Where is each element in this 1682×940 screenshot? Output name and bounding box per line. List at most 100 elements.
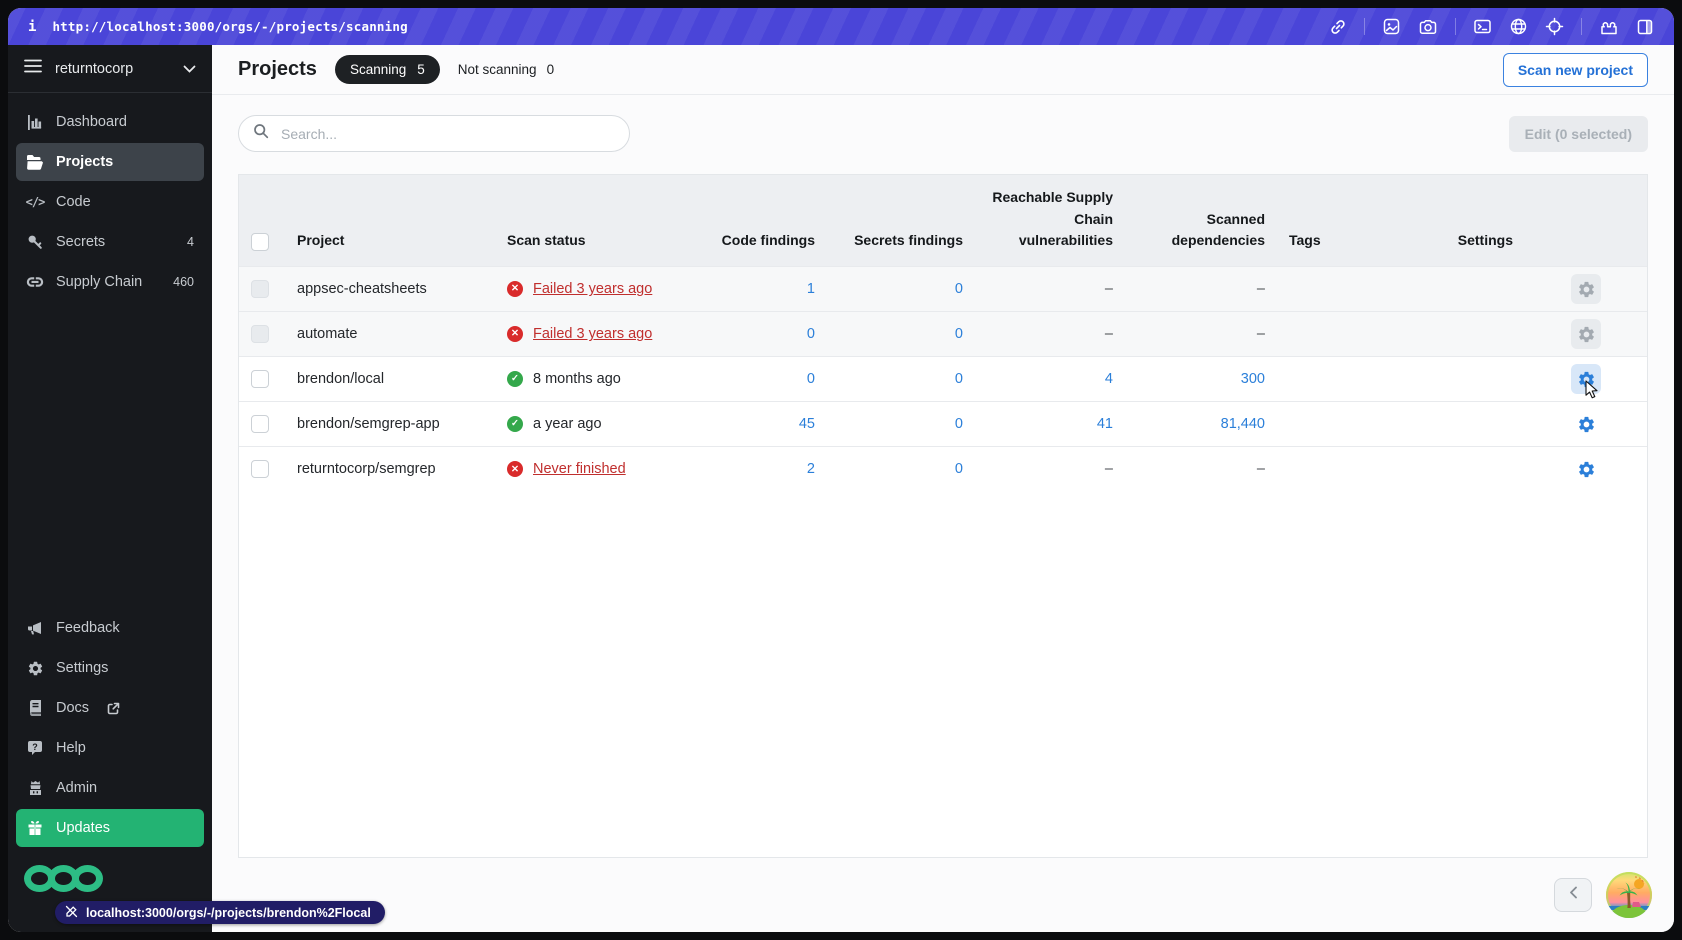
sidebar-item-code[interactable]: </> Code bbox=[16, 183, 204, 221]
folder-icon bbox=[26, 154, 44, 170]
svg-text:?: ? bbox=[32, 742, 38, 752]
reachable-vulns-link[interactable]: 41 bbox=[1097, 416, 1113, 432]
content-footer bbox=[212, 858, 1674, 932]
cell-scanned-deps: – bbox=[1125, 311, 1277, 357]
cell-tags bbox=[1277, 311, 1385, 357]
org-switcher[interactable]: returntocorp bbox=[8, 45, 212, 93]
crosshair-icon[interactable] bbox=[1545, 17, 1564, 36]
sidebar-item-docs[interactable]: Docs bbox=[16, 689, 204, 727]
edit-selected-button[interactable]: Edit (0 selected) bbox=[1508, 115, 1648, 152]
sidebar-item-supply-chain[interactable]: Supply Chain 460 bbox=[16, 263, 204, 301]
previous-page-button[interactable] bbox=[1554, 878, 1592, 912]
image-icon[interactable] bbox=[1382, 17, 1401, 36]
not-scanning-label: Not scanning bbox=[457, 62, 537, 77]
split-panel-icon[interactable] bbox=[1636, 18, 1654, 36]
project-settings-button[interactable] bbox=[1571, 364, 1601, 399]
cell-project: automate bbox=[285, 311, 495, 357]
table-row: returntocorp/semgrep ✕ Never finished 2 0… bbox=[239, 446, 1647, 492]
scanned-deps-link[interactable]: 300 bbox=[1241, 371, 1265, 387]
row-checkbox[interactable] bbox=[251, 460, 269, 479]
scan-status-link[interactable]: Failed 3 years ago bbox=[533, 326, 652, 342]
main-content: Projects Scanning 5 Not scanning 0 Scan … bbox=[212, 45, 1674, 932]
projects-table-card: Project Scan status Code findings Secret… bbox=[238, 174, 1648, 858]
globe-icon[interactable] bbox=[1509, 17, 1528, 36]
tab-not-scanning[interactable]: Not scanning 0 bbox=[458, 62, 554, 77]
secrets-findings-link[interactable]: 0 bbox=[955, 371, 963, 387]
row-checkbox[interactable] bbox=[251, 325, 269, 344]
column-header-scan-status[interactable]: Scan status bbox=[495, 175, 707, 267]
gear-icon bbox=[26, 660, 44, 677]
row-checkbox[interactable] bbox=[251, 370, 269, 389]
browser-top-bar: i http://localhost:3000/orgs/-/projects/… bbox=[8, 8, 1674, 45]
row-checkbox[interactable] bbox=[251, 280, 269, 299]
column-header-project[interactable]: Project bbox=[285, 175, 495, 267]
cell-project: returntocorp/semgrep bbox=[285, 446, 495, 492]
code-findings-link[interactable]: 0 bbox=[807, 371, 815, 387]
table-toolbar: Edit (0 selected) bbox=[212, 95, 1674, 158]
error-circle-icon: ✕ bbox=[507, 281, 523, 298]
sidebar-item-feedback[interactable]: Feedback bbox=[16, 609, 204, 647]
scan-status-link[interactable]: Failed 3 years ago bbox=[533, 281, 652, 297]
table-row: brendon/local ✓ 8 months ago 0 0 4 300 bbox=[239, 356, 1647, 402]
search-box[interactable] bbox=[238, 115, 630, 152]
secrets-findings-link[interactable]: 0 bbox=[955, 416, 963, 432]
project-settings-button[interactable] bbox=[1571, 274, 1601, 305]
sidebar-item-settings[interactable]: Settings bbox=[16, 649, 204, 687]
terminal-icon[interactable] bbox=[1473, 18, 1492, 35]
camera-icon[interactable] bbox=[1418, 18, 1438, 36]
chevron-down-icon[interactable] bbox=[183, 60, 196, 78]
address-url[interactable]: http://localhost:3000/orgs/-/projects/sc… bbox=[52, 19, 407, 34]
user-avatar[interactable] bbox=[1606, 872, 1652, 918]
cell-reachable-vulns: – bbox=[975, 311, 1125, 357]
reachable-vulns-link[interactable]: 4 bbox=[1105, 371, 1113, 387]
project-settings-button[interactable] bbox=[1571, 319, 1601, 350]
not-scanning-count: 0 bbox=[546, 62, 555, 77]
page-title: Projects bbox=[238, 58, 317, 80]
sidebar-item-admin[interactable]: Admin bbox=[16, 769, 204, 807]
column-header-settings[interactable]: Settings bbox=[1385, 175, 1647, 267]
sidebar-item-secrets[interactable]: Secrets 4 bbox=[16, 223, 204, 261]
sidebar-item-help[interactable]: ? Help bbox=[16, 729, 204, 767]
search-icon bbox=[253, 123, 269, 144]
cell-reachable-vulns: – bbox=[975, 266, 1125, 312]
sidebar-item-projects[interactable]: Projects bbox=[16, 143, 204, 181]
link-icon[interactable] bbox=[1329, 18, 1347, 36]
sidebar-item-updates[interactable]: Updates bbox=[16, 809, 204, 847]
column-header-secrets-findings[interactable]: Secrets findings bbox=[827, 175, 975, 267]
search-input[interactable] bbox=[279, 124, 615, 143]
code-findings-link[interactable]: 45 bbox=[799, 416, 815, 432]
column-header-scanned-dependencies[interactable]: Scanned dependencies bbox=[1125, 175, 1277, 267]
scanned-deps-link[interactable]: 81,440 bbox=[1221, 416, 1265, 432]
scan-status-link[interactable]: Never finished bbox=[533, 461, 626, 477]
row-checkbox[interactable] bbox=[251, 415, 269, 434]
sidebar-item-label: Dashboard bbox=[56, 114, 127, 130]
project-settings-button[interactable] bbox=[1571, 409, 1601, 439]
code-icon: </> bbox=[25, 195, 46, 209]
secrets-findings-link[interactable]: 0 bbox=[955, 461, 963, 477]
select-all-checkbox[interactable] bbox=[251, 232, 269, 251]
table-header-row: Project Scan status Code findings Secret… bbox=[239, 175, 1647, 267]
column-header-code-findings[interactable]: Code findings bbox=[707, 175, 827, 267]
tab-scanning[interactable]: Scanning 5 bbox=[334, 55, 440, 84]
project-settings-button[interactable] bbox=[1571, 454, 1601, 484]
column-header-tags[interactable]: Tags bbox=[1277, 175, 1385, 267]
secrets-findings-link[interactable]: 0 bbox=[955, 326, 963, 342]
sidebar: returntocorp Dashboard Projects </> Code bbox=[8, 45, 212, 932]
puzzle-icon[interactable] bbox=[1599, 18, 1619, 36]
code-findings-link[interactable]: 2 bbox=[807, 461, 815, 477]
hamburger-menu-icon[interactable] bbox=[24, 59, 42, 78]
error-circle-icon: ✕ bbox=[507, 326, 523, 343]
sidebar-item-dashboard[interactable]: Dashboard bbox=[16, 103, 204, 141]
sidebar-item-label: Feedback bbox=[56, 620, 120, 636]
supply-chain-count-badge: 460 bbox=[173, 275, 194, 289]
page-header: Projects Scanning 5 Not scanning 0 Scan … bbox=[212, 45, 1674, 95]
secrets-findings-link[interactable]: 0 bbox=[955, 281, 963, 297]
scan-new-project-button[interactable]: Scan new project bbox=[1502, 52, 1648, 87]
code-findings-link[interactable]: 0 bbox=[807, 326, 815, 342]
help-bubble-icon: ? bbox=[26, 740, 44, 756]
check-circle-icon: ✓ bbox=[507, 416, 523, 433]
book-icon bbox=[26, 700, 44, 716]
column-header-reachable-vulns[interactable]: Reachable Supply Chain vulnerabilities bbox=[975, 175, 1125, 267]
code-findings-link[interactable]: 1 bbox=[807, 281, 815, 297]
projects-table: Project Scan status Code findings Secret… bbox=[239, 175, 1647, 492]
